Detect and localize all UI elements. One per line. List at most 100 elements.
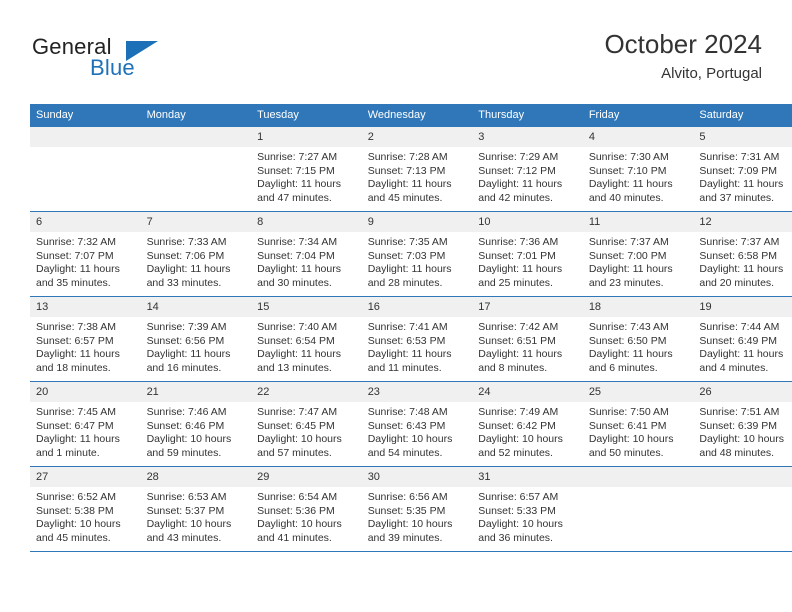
calendar-day-cell[interactable]: 26 Sunrise: 7:51 AM Sunset: 6:39 PM Dayligh…: [693, 381, 792, 467]
sunset-text: Sunset: 7:09 PM: [699, 164, 778, 177]
calendar-day-cell[interactable]: 5 Sunrise: 7:31 AM Sunset: 7:09 PM Daylight…: [693, 127, 792, 212]
sunrise-text: Sunrise: 7:37 AM: [699, 236, 780, 248]
daylight-text-cont: and 16 minutes.: [146, 361, 222, 374]
calendar-header-row: Sunday Monday Tuesday Wednesday Thursday Frid…: [30, 104, 792, 127]
sunset-text: Sunset: 6:49 PM: [699, 334, 778, 347]
daylight-text-cont: and 18 minutes.: [36, 361, 111, 374]
sunrise-text: Sunrise: 7:36 AM: [478, 236, 559, 248]
sunset-text: Sunset: 6:54 PM: [257, 334, 335, 347]
calendar-week-row: 27 Sunrise: 6:52 AM Sunset: 5:38 PM Dayligh…: [30, 466, 792, 552]
day-cell-details: Sunrise: 7:33 AM Sunset: 7:06 PM Daylight:…: [141, 232, 252, 290]
sunrise-text: Sunrise: 7:51 AM: [699, 406, 780, 418]
calendar-day-cell[interactable]: 6 Sunrise: 7:32 AM Sunset: 7:07 PM Daylight…: [30, 211, 141, 297]
daylight-text-cont: and 20 minutes.: [699, 276, 775, 289]
calendar-day-cell[interactable]: 22 Sunrise: 7:47 AM Sunset: 6:45 PM Dayligh…: [251, 381, 362, 467]
sunrise-text: Sunrise: 7:34 AM: [257, 236, 338, 248]
calendar-day-cell[interactable]: 13 Sunrise: 7:38 AM Sunset: 6:57 PM Dayligh…: [30, 296, 141, 382]
sunrise-text: Sunrise: 6:52 AM: [36, 491, 116, 503]
day-cell-details: Sunrise: 7:49 AM Sunset: 6:42 PM Daylight:…: [472, 402, 583, 460]
daylight-text-cont: and 43 minutes.: [146, 531, 222, 544]
calendar-body: 1 Sunrise: 7:27 AM Sunset: 7:15 PM Daylight…: [30, 127, 792, 552]
day-number: 15: [251, 297, 362, 317]
day-number: 3: [472, 127, 583, 147]
calendar-day-cell[interactable]: 4 Sunrise: 7:30 AM Sunset: 7:10 PM Daylight…: [582, 127, 694, 212]
daylight-text: Daylight: 10 hours: [699, 433, 785, 446]
calendar-day-cell[interactable]: 3 Sunrise: 7:29 AM Sunset: 7:12 PM Daylight…: [472, 127, 583, 212]
calendar-day-cell[interactable]: 2 Sunrise: 7:28 AM Sunset: 7:13 PM Daylight…: [361, 127, 473, 212]
sunset-text: Sunset: 6:46 PM: [146, 419, 225, 432]
day-cell-details: [141, 147, 252, 151]
sunrise-text: Sunrise: 7:39 AM: [146, 321, 227, 333]
daylight-text: Daylight: 11 hours: [478, 263, 563, 276]
daylight-text: Daylight: 11 hours: [478, 348, 563, 361]
day-cell-details: Sunrise: 7:51 AM Sunset: 6:39 PM Daylight:…: [693, 402, 792, 460]
sunset-text: Sunset: 6:57 PM: [36, 334, 114, 347]
day-number: [30, 127, 141, 147]
calendar-day-cell[interactable]: 21 Sunrise: 7:46 AM Sunset: 6:46 PM Dayligh…: [140, 381, 252, 467]
daylight-text-cont: and 40 minutes.: [588, 191, 664, 204]
calendar-day-cell[interactable]: 31 Sunrise: 6:57 AM Sunset: 5:33 PM Dayligh…: [472, 466, 583, 552]
calendar-day-cell[interactable]: 19 Sunrise: 7:44 AM Sunset: 6:49 PM Dayligh…: [693, 296, 792, 382]
page-header: General Blue October 2024 Alvito, Portug…: [30, 28, 762, 98]
day-number: 28: [140, 467, 252, 487]
calendar-day-cell[interactable]: 27 Sunrise: 6:52 AM Sunset: 5:38 PM Dayligh…: [30, 466, 141, 552]
daylight-text-cont: and 59 minutes.: [146, 446, 222, 459]
day-number: 9: [361, 212, 473, 232]
calendar-day-cell[interactable]: 16 Sunrise: 7:41 AM Sunset: 6:53 PM Dayligh…: [361, 296, 473, 382]
daylight-text-cont: and 37 minutes.: [699, 191, 775, 204]
day-cell-details: Sunrise: 7:47 AM Sunset: 6:45 PM Daylight:…: [251, 402, 362, 460]
sunrise-text: Sunrise: 7:40 AM: [257, 321, 338, 333]
calendar-day-cell[interactable]: 14 Sunrise: 7:39 AM Sunset: 6:56 PM Dayligh…: [140, 296, 252, 382]
calendar-day-cell[interactable]: 10 Sunrise: 7:36 AM Sunset: 7:01 PM Dayligh…: [472, 211, 583, 297]
daylight-text: Daylight: 11 hours: [588, 178, 673, 191]
day-number: [582, 467, 694, 487]
calendar-day-cell[interactable]: 28 Sunrise: 6:53 AM Sunset: 5:37 PM Dayligh…: [140, 466, 252, 552]
sunset-text: Sunset: 6:39 PM: [699, 419, 778, 432]
daylight-text-cont: and 54 minutes.: [367, 446, 443, 459]
calendar-day-cell[interactable]: 11 Sunrise: 7:37 AM Sunset: 7:00 PM Dayligh…: [582, 211, 694, 297]
calendar-day-cell[interactable]: 7 Sunrise: 7:33 AM Sunset: 7:06 PM Daylight…: [140, 211, 252, 297]
calendar-day-cell[interactable]: 30 Sunrise: 6:56 AM Sunset: 5:35 PM Dayligh…: [361, 466, 473, 552]
sunset-text: Sunset: 7:15 PM: [257, 164, 335, 177]
calendar-day-cell[interactable]: 23 Sunrise: 7:48 AM Sunset: 6:43 PM Dayligh…: [361, 381, 473, 467]
day-cell-details: [583, 487, 694, 491]
daylight-text-cont: and 50 minutes.: [588, 446, 664, 459]
daylight-text: Daylight: 10 hours: [367, 433, 453, 446]
day-number: 14: [140, 297, 252, 317]
sunrise-text: Sunrise: 7:43 AM: [588, 321, 669, 333]
daylight-text: Daylight: 10 hours: [478, 518, 563, 531]
calendar-day-cell[interactable]: 9 Sunrise: 7:35 AM Sunset: 7:03 PM Daylight…: [361, 211, 473, 297]
daylight-text-cont: and 13 minutes.: [257, 361, 332, 374]
sunset-text: Sunset: 6:43 PM: [367, 419, 446, 432]
page-subtitle-location: Alvito, Portugal: [661, 65, 762, 82]
sunrise-text: Sunrise: 7:37 AM: [588, 236, 669, 248]
calendar-day-cell[interactable]: 12 Sunrise: 7:37 AM Sunset: 6:58 PM Dayligh…: [693, 211, 792, 297]
sunset-text: Sunset: 7:04 PM: [257, 249, 335, 262]
calendar-day-cell[interactable]: 1 Sunrise: 7:27 AM Sunset: 7:15 PM Daylight…: [251, 127, 362, 212]
calendar-day-cell[interactable]: 24 Sunrise: 7:49 AM Sunset: 6:42 PM Dayligh…: [472, 381, 583, 467]
calendar-day-cell[interactable]: 15 Sunrise: 7:40 AM Sunset: 6:54 PM Dayligh…: [251, 296, 362, 382]
calendar-day-cell[interactable]: 8 Sunrise: 7:34 AM Sunset: 7:04 PM Daylight…: [251, 211, 362, 297]
daylight-text: Daylight: 10 hours: [146, 433, 232, 446]
day-cell-details: Sunrise: 7:31 AM Sunset: 7:09 PM Daylight:…: [693, 147, 792, 205]
weekday-header-friday: Friday: [582, 104, 694, 127]
day-cell-details: Sunrise: 7:35 AM Sunset: 7:03 PM Daylight:…: [362, 232, 473, 290]
day-cell-details: Sunrise: 7:44 AM Sunset: 6:49 PM Daylight:…: [693, 317, 792, 375]
daylight-text: Daylight: 11 hours: [146, 263, 231, 276]
calendar-day-cell[interactable]: 18 Sunrise: 7:43 AM Sunset: 6:50 PM Dayligh…: [582, 296, 694, 382]
daylight-text-cont: and 1 minute.: [36, 446, 100, 459]
calendar-day-cell[interactable]: 25 Sunrise: 7:50 AM Sunset: 6:41 PM Dayligh…: [582, 381, 694, 467]
sunrise-text: Sunrise: 7:29 AM: [478, 151, 559, 163]
general-blue-logo[interactable]: General Blue: [30, 34, 230, 90]
calendar-day-cell[interactable]: 17 Sunrise: 7:42 AM Sunset: 6:51 PM Dayligh…: [472, 296, 583, 382]
calendar-week-row: 20 Sunrise: 7:45 AM Sunset: 6:47 PM Dayligh…: [30, 381, 792, 467]
calendar-day-cell[interactable]: 20 Sunrise: 7:45 AM Sunset: 6:47 PM Dayligh…: [30, 381, 141, 467]
day-cell-details: Sunrise: 7:46 AM Sunset: 6:46 PM Daylight:…: [141, 402, 252, 460]
day-number: 2: [361, 127, 473, 147]
calendar-day-cell[interactable]: 29 Sunrise: 6:54 AM Sunset: 5:36 PM Dayligh…: [251, 466, 362, 552]
sunrise-text: Sunrise: 7:46 AM: [146, 406, 227, 418]
weekday-header-tuesday: Tuesday: [251, 104, 362, 127]
weekday-header-thursday: Thursday: [472, 104, 583, 127]
sunset-text: Sunset: 6:51 PM: [478, 334, 556, 347]
day-cell-details: Sunrise: 7:38 AM Sunset: 6:57 PM Daylight:…: [30, 317, 141, 375]
